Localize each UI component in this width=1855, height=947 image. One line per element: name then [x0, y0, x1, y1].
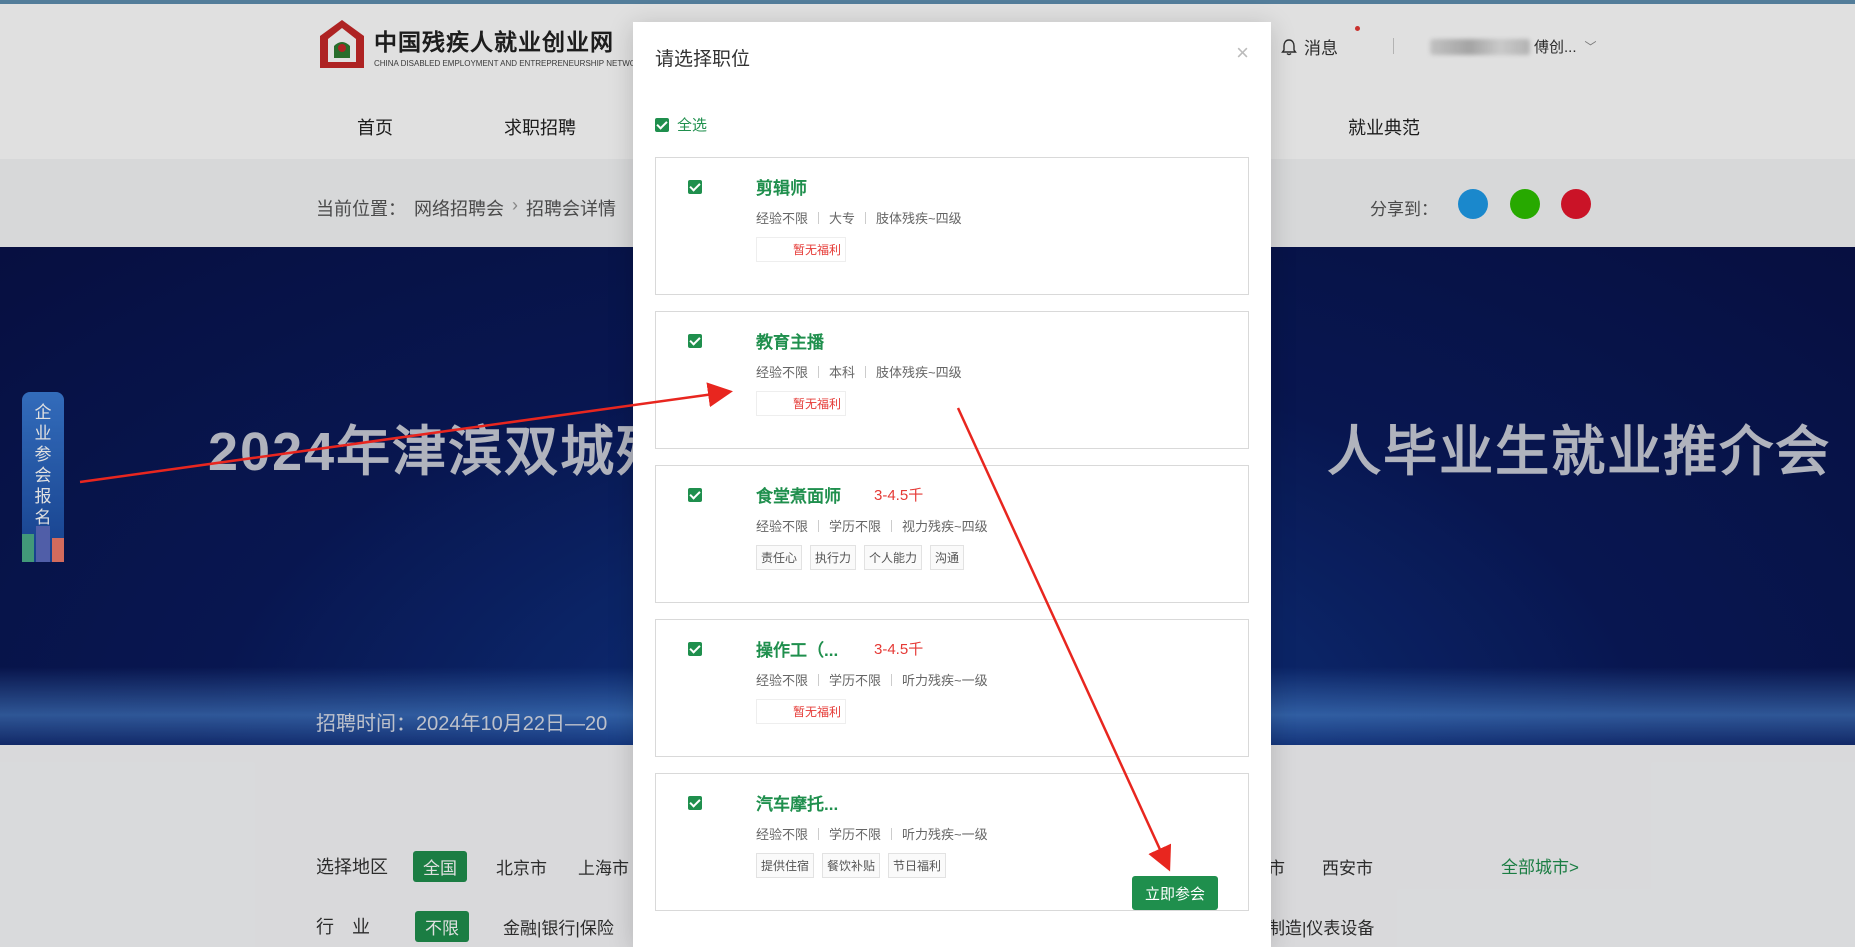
job-education: 学历不限: [829, 673, 882, 688]
job-card[interactable]: 操作工（... 3-4.5千 经验不限 学历不限 听力残疾~一级 暂无福利: [655, 619, 1249, 757]
job-checkbox[interactable]: [688, 488, 702, 502]
job-tag: 提供住宿: [756, 853, 815, 878]
job-tags: 暂无福利: [756, 391, 976, 416]
job-title: 教育主播: [756, 333, 824, 352]
job-meta: 经验不限 大专 肢体残疾~四级: [756, 208, 962, 227]
job-salary: 3-4.5千: [874, 487, 924, 504]
job-card[interactable]: 食堂煮面师 3-4.5千 经验不限 学历不限 视力残疾~四级 责任心 执行力 个…: [655, 465, 1249, 603]
job-salary: 3-4.5千: [874, 641, 924, 658]
job-disability: 视力残疾~四级: [902, 519, 988, 534]
job-tag: 暂无福利: [756, 391, 847, 416]
job-disability: 听力残疾~一级: [902, 673, 988, 688]
job-title: 食堂煮面师: [756, 487, 841, 506]
job-disability: 听力残疾~一级: [902, 827, 988, 842]
checkbox-checked-icon: [655, 117, 669, 132]
job-meta: 经验不限 学历不限 听力残疾~一级: [756, 824, 988, 843]
select-position-modal: 请选择职位 × 全选 剪辑师 经验不限 大专 肢体残疾~四级 暂无福利 教育主播…: [633, 22, 1271, 947]
job-disability: 肢体残疾~四级: [876, 365, 962, 380]
select-all-checkbox[interactable]: 全选: [655, 114, 707, 135]
job-title: 汽车摩托...: [756, 795, 839, 814]
job-checkbox[interactable]: [688, 180, 702, 194]
close-icon[interactable]: ×: [1236, 40, 1249, 66]
job-tag: 暂无福利: [756, 237, 847, 262]
job-meta: 经验不限 学历不限 视力残疾~四级: [756, 516, 988, 535]
job-meta: 经验不限 学历不限 听力残疾~一级: [756, 670, 988, 689]
job-tags: 责任心 执行力 个人能力 沟通: [756, 545, 976, 570]
job-tag: 责任心: [756, 545, 803, 570]
join-now-button[interactable]: 立即参会: [1132, 876, 1218, 910]
job-tag: 节日福利: [888, 853, 947, 878]
job-tags: 提供住宿 餐饮补贴 节日福利: [756, 853, 976, 878]
job-tag: 执行力: [810, 545, 857, 570]
job-education: 本科: [829, 365, 856, 380]
job-education: 学历不限: [829, 827, 882, 842]
job-experience: 经验不限: [756, 827, 809, 842]
job-title: 操作工（...: [756, 641, 839, 660]
job-education: 学历不限: [829, 519, 882, 534]
job-tag: 暂无福利: [756, 699, 847, 724]
job-tag: 沟通: [930, 545, 965, 570]
job-title: 剪辑师: [756, 179, 807, 198]
job-checkbox[interactable]: [688, 334, 702, 348]
job-tags: 暂无福利: [756, 237, 976, 262]
job-meta: 经验不限 本科 肢体残疾~四级: [756, 362, 962, 381]
job-education: 大专: [829, 211, 856, 226]
modal-title: 请选择职位: [655, 49, 751, 70]
job-checkbox[interactable]: [688, 642, 702, 656]
job-experience: 经验不限: [756, 365, 809, 380]
job-tag: 个人能力: [864, 545, 923, 570]
job-checkbox[interactable]: [688, 796, 702, 810]
job-experience: 经验不限: [756, 673, 809, 688]
job-card[interactable]: 剪辑师 经验不限 大专 肢体残疾~四级 暂无福利: [655, 157, 1249, 295]
job-disability: 肢体残疾~四级: [876, 211, 962, 226]
job-tag: 餐饮补贴: [822, 853, 881, 878]
select-all-label: 全选: [677, 117, 708, 134]
job-experience: 经验不限: [756, 211, 809, 226]
job-experience: 经验不限: [756, 519, 809, 534]
job-card[interactable]: 教育主播 经验不限 本科 肢体残疾~四级 暂无福利: [655, 311, 1249, 449]
job-tags: 暂无福利: [756, 699, 976, 724]
